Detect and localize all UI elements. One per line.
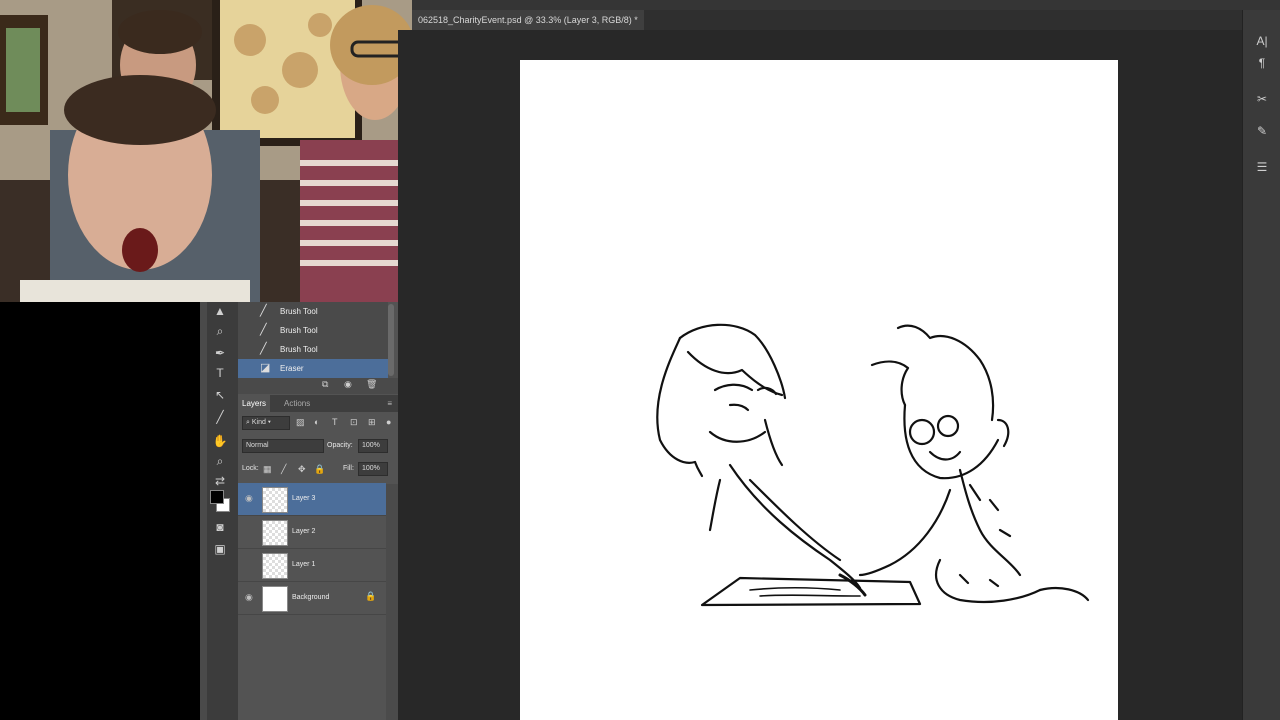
- history-footer: ⧉ ◉ 🗑: [238, 378, 398, 394]
- character-icon[interactable]: A|: [1253, 32, 1271, 50]
- lock-position-icon[interactable]: ✥: [298, 463, 306, 475]
- history-item-label: Eraser: [280, 364, 304, 373]
- eye-icon[interactable]: ◉: [245, 592, 255, 603]
- history-item-label: Brush Tool: [280, 326, 318, 335]
- pen-tool-icon[interactable]: ✒: [210, 344, 230, 362]
- filter-kind-value: Kind: [251, 419, 266, 426]
- opacity-input[interactable]: 100%: [358, 439, 388, 453]
- eraser-icon: ◪: [260, 362, 271, 374]
- screen-mode-icon[interactable]: ▣: [210, 540, 230, 558]
- options-bar: [412, 0, 1280, 10]
- layer-name: Background: [292, 594, 330, 601]
- fill-label: Fill:: [343, 465, 354, 472]
- right-panel-dock: A| ¶ ✂ ✎ ☰: [1242, 10, 1280, 720]
- adjustment-filter-icon[interactable]: ◐: [314, 416, 319, 428]
- new-document-from-state-icon[interactable]: ⧉: [322, 379, 328, 390]
- shape-filter-icon[interactable]: ⊡: [350, 416, 358, 428]
- history-item[interactable]: ╱ Brush Tool: [238, 302, 388, 322]
- layer-name: Layer 1: [292, 561, 316, 568]
- lock-all-icon[interactable]: 🔒: [314, 463, 325, 475]
- blend-mode-select[interactable]: Normal: [242, 439, 324, 453]
- history-item-label: Brush Tool: [280, 345, 318, 354]
- lock-icon: 🔒: [365, 591, 377, 601]
- brush-icon: ╱: [260, 324, 267, 336]
- layer-thumbnail: [262, 553, 288, 579]
- opacity-label: Opacity:: [327, 442, 353, 449]
- zoom-tool-icon[interactable]: ⌕: [210, 452, 230, 470]
- foreground-color-swatch[interactable]: [210, 490, 224, 504]
- layer-thumbnail: [262, 520, 288, 546]
- history-item-label: Brush Tool: [280, 307, 318, 316]
- layer-row[interactable]: Layer 2: [238, 516, 386, 549]
- lock-image-pixels-icon[interactable]: ╱: [281, 463, 286, 475]
- fill-input[interactable]: 100%: [358, 462, 388, 476]
- history-scrollbar[interactable]: [388, 304, 394, 376]
- adjustments-icon[interactable]: ☰: [1253, 158, 1271, 176]
- type-tool-icon[interactable]: T: [210, 364, 230, 382]
- webcam-overlay: [0, 0, 412, 302]
- webcam-video-frame: [0, 0, 412, 302]
- blend-mode-value: Normal: [246, 442, 269, 449]
- tools-icon[interactable]: ✂: [1253, 90, 1271, 108]
- document-tab[interactable]: 062518_CharityEvent.psd @ 33.3% (Layer 3…: [412, 10, 644, 30]
- swap-colors-icon[interactable]: ⇄: [210, 472, 230, 490]
- layer-name: Layer 3: [292, 495, 316, 502]
- trash-icon[interactable]: 🗑: [366, 379, 377, 390]
- magnify-tool-icon[interactable]: ⌕: [210, 322, 230, 340]
- hand-tool-icon[interactable]: ✋: [210, 432, 230, 450]
- eye-icon[interactable]: ◉: [245, 493, 255, 504]
- tab-layers[interactable]: Layers: [238, 395, 271, 412]
- type-filter-icon[interactable]: T: [332, 416, 338, 428]
- history-item[interactable]: ╱ Brush Tool: [238, 321, 388, 341]
- quick-mask-icon[interactable]: ◙: [210, 518, 230, 536]
- tools-panel-edge: [200, 302, 207, 720]
- layer-row-background[interactable]: ◉ Background 🔒: [238, 582, 386, 615]
- history-item-selected[interactable]: ◪ Eraser: [238, 359, 388, 379]
- history-item[interactable]: ╱ Brush Tool: [238, 340, 388, 360]
- brush-icon: ╱: [260, 305, 267, 317]
- webcam-black-area: [0, 302, 200, 720]
- layers-panel-tabs: Layers Actions ≡: [238, 395, 398, 412]
- paragraph-icon[interactable]: ¶: [1253, 54, 1271, 72]
- triangle-tool-icon[interactable]: ▲: [210, 302, 230, 320]
- camera-icon[interactable]: ◉: [344, 379, 352, 390]
- panel-menu-icon[interactable]: ≡: [387, 395, 392, 412]
- layers-scrollbar[interactable]: [386, 484, 398, 720]
- filter-kind-select[interactable]: ⌕ Kind ▾: [242, 416, 290, 430]
- lock-transparent-pixels-icon[interactable]: ▦: [263, 463, 272, 475]
- layer-thumbnail: [262, 487, 288, 513]
- fill-value: 100%: [362, 465, 380, 472]
- brush-icon: ╱: [260, 343, 267, 355]
- brush-presets-icon[interactable]: ✎: [1253, 122, 1271, 140]
- smart-object-filter-icon[interactable]: ⊞: [368, 416, 376, 428]
- line-tool-icon[interactable]: ╱: [210, 408, 230, 426]
- image-filter-icon[interactable]: ▨: [296, 416, 305, 428]
- lock-label: Lock:: [242, 465, 259, 472]
- layer-row[interactable]: Layer 1: [238, 549, 386, 582]
- filter-toggle-icon[interactable]: ●: [386, 416, 391, 428]
- layer-row-selected[interactable]: ◉ Layer 3: [238, 483, 386, 516]
- layer-thumbnail: [262, 586, 288, 612]
- path-selection-tool-icon[interactable]: ↖: [210, 386, 230, 404]
- sketch-drawing: [656, 323, 1090, 607]
- tab-actions[interactable]: Actions: [280, 395, 314, 412]
- layer-name: Layer 2: [292, 528, 316, 535]
- opacity-value: 100%: [362, 442, 380, 449]
